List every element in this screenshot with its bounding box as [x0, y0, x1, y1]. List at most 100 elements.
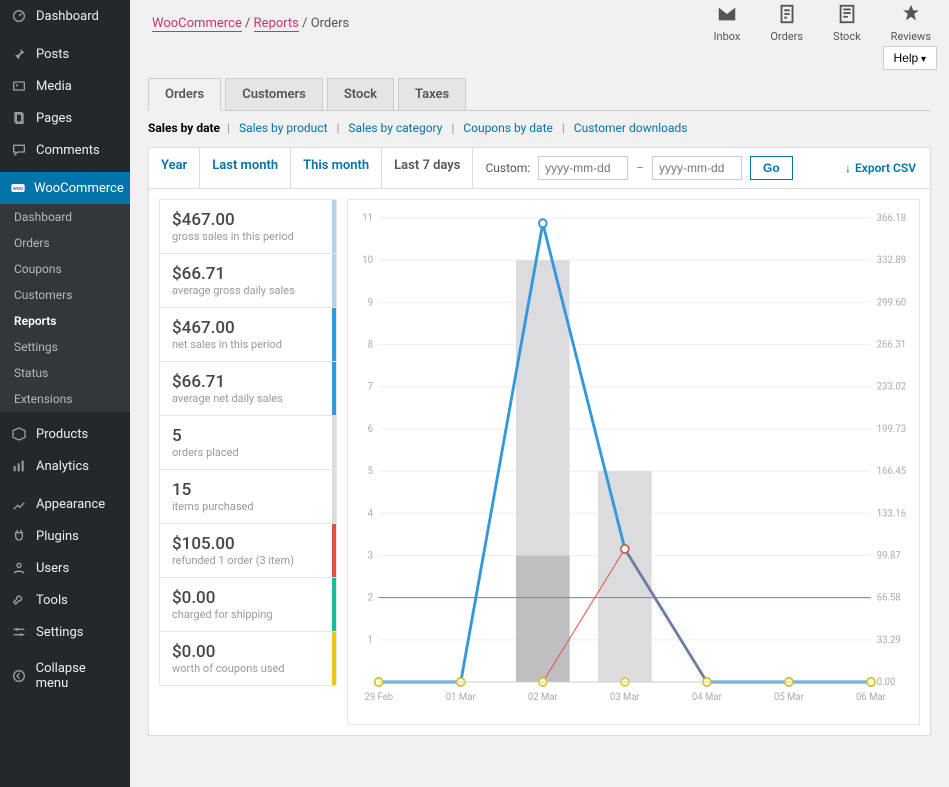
sidebar-item-tools[interactable]: Tools: [0, 584, 130, 616]
sidebar-item-users[interactable]: Users: [0, 552, 130, 584]
topicon-orders[interactable]: Orders: [770, 3, 803, 43]
stat-box[interactable]: 15items purchased: [159, 469, 337, 524]
sidebar-sub-dashboard[interactable]: Dashboard: [0, 204, 130, 230]
sidebar-item-label: Comments: [36, 143, 100, 158]
subnav-sales-category[interactable]: Sales by category: [348, 121, 442, 135]
sidebar-item-analytics[interactable]: Analytics: [0, 450, 130, 482]
sidebar-item-comments[interactable]: Comments: [0, 134, 130, 166]
sidebar-item-dashboard[interactable]: Dashboard: [0, 0, 130, 32]
tab-orders[interactable]: Orders: [148, 78, 221, 111]
stat-color-mark: [332, 308, 336, 361]
svg-text:66.58: 66.58: [877, 592, 901, 603]
stat-color-mark: [332, 416, 336, 469]
custom-end-input[interactable]: [652, 156, 742, 180]
sales-chart: 12345678910110.0033.2966.5899.87133.1616…: [350, 210, 915, 710]
bar-refunded: [516, 555, 570, 682]
svg-text:233.02: 233.02: [877, 382, 907, 393]
stat-box[interactable]: $0.00worth of coupons used: [159, 631, 337, 686]
topicon-inbox[interactable]: Inbox: [714, 3, 741, 43]
subnav-downloads[interactable]: Customer downloads: [574, 121, 688, 135]
stat-box[interactable]: $467.00gross sales in this period: [159, 199, 337, 254]
breadcrumb-reports[interactable]: Reports: [254, 16, 299, 32]
svg-text:05 Mar: 05 Mar: [774, 692, 805, 703]
sidebar-sub-status[interactable]: Status: [0, 360, 130, 386]
breadcrumb: WooCommerce / Reports / Orders: [152, 16, 349, 31]
sidebar-item-label: Dashboard: [36, 9, 99, 24]
custom-start-input[interactable]: [538, 156, 628, 180]
stat-value: $66.71: [172, 372, 324, 392]
sidebar-item-label: Appearance: [36, 497, 105, 512]
stat-color-mark: [332, 362, 336, 415]
topicon-stock[interactable]: Stock: [833, 3, 861, 43]
svg-text:166.45: 166.45: [877, 466, 907, 477]
sidebar-sub-coupons[interactable]: Coupons: [0, 256, 130, 282]
svg-text:3: 3: [368, 550, 373, 561]
svg-text:11: 11: [362, 213, 373, 224]
custom-go-button[interactable]: Go: [750, 156, 793, 180]
subnav-coupons[interactable]: Coupons by date: [463, 121, 553, 135]
help-button[interactable]: Help: [883, 46, 938, 70]
sidebar-item-label: Plugins: [36, 529, 79, 544]
comment-icon: [10, 141, 28, 159]
svg-text:10: 10: [362, 255, 373, 266]
range-year[interactable]: Year: [149, 148, 200, 188]
sidebar-item-woocommerce[interactable]: wooWooCommerce: [0, 172, 130, 204]
sidebar-item-products[interactable]: Products: [0, 418, 130, 450]
orders-icon: [776, 3, 798, 28]
sidebar-item-media[interactable]: Media: [0, 70, 130, 102]
sidebar-sub-reports[interactable]: Reports: [0, 308, 130, 334]
sidebar-sub-customers[interactable]: Customers: [0, 282, 130, 308]
sidebar-item-label: Pages: [36, 111, 72, 126]
svg-text:266.31: 266.31: [877, 339, 906, 350]
tab-customers[interactable]: Customers: [225, 78, 323, 110]
pages-icon: [10, 109, 28, 127]
stat-box[interactable]: 5orders placed: [159, 415, 337, 470]
sidebar-item-label: Tools: [36, 593, 68, 608]
sidebar-sub-orders[interactable]: Orders: [0, 230, 130, 256]
sidebar-item-label: Collapse menu: [36, 661, 120, 691]
svg-text:9: 9: [368, 297, 373, 308]
tab-stock[interactable]: Stock: [327, 78, 394, 110]
sidebar-item-posts[interactable]: Posts: [0, 38, 130, 70]
range-this-month[interactable]: This month: [291, 148, 382, 188]
stat-color-mark: [332, 632, 336, 685]
sidebar-item-label: Users: [36, 561, 69, 576]
sidebar-item-label: Settings: [36, 625, 83, 640]
svg-text:4: 4: [368, 508, 374, 519]
sidebar-sub-settings[interactable]: Settings: [0, 334, 130, 360]
sidebar-item-collapse[interactable]: Collapse menu: [0, 654, 130, 698]
stat-label: net sales in this period: [172, 338, 324, 351]
stat-label: orders placed: [172, 446, 324, 459]
svg-text:06 Mar: 06 Mar: [856, 692, 887, 703]
range-last-month[interactable]: Last month: [200, 148, 291, 188]
stat-box[interactable]: $66.71average gross daily sales: [159, 253, 337, 308]
stats-column: $467.00gross sales in this period$66.71a…: [159, 199, 337, 725]
stat-value: 15: [172, 480, 324, 500]
subnav-sales-product[interactable]: Sales by product: [239, 121, 328, 135]
sidebar-sub-extensions[interactable]: Extensions: [0, 386, 130, 412]
breadcrumb-woocommerce[interactable]: WooCommerce: [152, 16, 242, 32]
svg-text:2: 2: [368, 592, 374, 603]
stat-value: $0.00: [172, 588, 324, 608]
sidebar-item-plugins[interactable]: Plugins: [0, 520, 130, 552]
stat-box[interactable]: $105.00refunded 1 order (3 item): [159, 523, 337, 578]
stat-label: worth of coupons used: [172, 662, 324, 675]
range-last-7-days[interactable]: Last 7 days: [382, 148, 473, 188]
svg-text:1: 1: [368, 635, 373, 646]
stat-box[interactable]: $467.00net sales in this period: [159, 307, 337, 362]
svg-text:01 Mar: 01 Mar: [446, 692, 477, 703]
stat-value: $0.00: [172, 642, 324, 662]
stat-box[interactable]: $0.00charged for shipping: [159, 577, 337, 632]
analytics-icon: [10, 457, 28, 475]
sidebar-item-appearance[interactable]: Appearance: [0, 488, 130, 520]
svg-text:7: 7: [368, 382, 374, 393]
stat-value: 5: [172, 426, 324, 446]
tab-taxes[interactable]: Taxes: [398, 78, 466, 110]
stat-color-mark: [332, 254, 336, 307]
sidebar-item-pages[interactable]: Pages: [0, 102, 130, 134]
topicon-reviews[interactable]: Reviews: [891, 3, 931, 43]
sidebar-item-settings[interactable]: Settings: [0, 616, 130, 648]
plugins-icon: [10, 527, 28, 545]
export-csv[interactable]: ↓Export CSV: [831, 148, 930, 188]
stat-box[interactable]: $66.71average net daily sales: [159, 361, 337, 416]
